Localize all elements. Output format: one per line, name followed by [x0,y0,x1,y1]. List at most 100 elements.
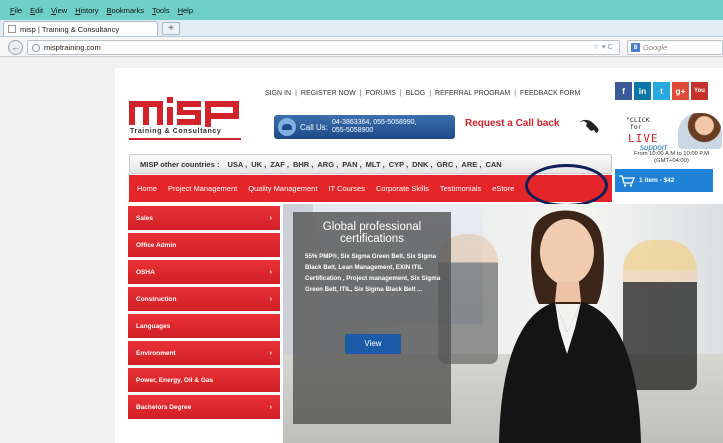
url-bar[interactable]: misptraining.com ☆ ▾ C [27,40,620,55]
search-engine-icon[interactable]: 8 [631,43,640,52]
call-us-box[interactable]: Call Us: 04-3863364, 055-5058990, 055-50… [274,115,455,139]
country-link-pan[interactable]: PAN , [342,160,361,169]
sidebar-item-label: Office Admin [136,241,177,249]
country-link-uk[interactable]: UK , [251,160,266,169]
sidebar-item-label: Languages [136,322,171,330]
sidebar-item-sales[interactable]: Sales › [128,206,280,230]
search-placeholder: Google [643,43,668,52]
social-links: f in t g+ You Tube [615,82,708,112]
facebook-icon[interactable]: f [615,82,632,100]
sidebar-item-power-energy[interactable]: Power, Energy, Oil & Gas [128,368,280,392]
nav-project-management[interactable]: Project Management [168,184,237,193]
sidebar-item-bachelors-degree[interactable]: Bachelors Degree › [128,395,280,419]
page-content: Training & Consultancy SIGN IN | REGISTE… [115,68,723,443]
menu-edit[interactable]: Edit [30,6,43,18]
hero-title: Global professional certifications [322,221,422,245]
sidebar-item-environment[interactable]: Environment › [128,341,280,365]
shopping-cart-icon [619,174,635,187]
logo-subtitle: Training & Consultancy [130,128,222,135]
forums-link[interactable]: FORUMS [366,90,396,97]
top-links: SIGN IN | REGISTER NOW | FORUMS | BLOG |… [265,90,580,97]
chevron-right-icon: › [269,295,272,303]
sidebar-item-label: Power, Energy, Oil & Gas [136,376,214,384]
link-separator: | [295,90,297,97]
hero-description: 55% PMP®, Six Sigma Green Belt, Six Sigm… [305,253,441,293]
country-link-dnk[interactable]: DNK , [412,160,432,169]
nav-corporate-skills[interactable]: Corporate Skills [376,184,429,193]
chevron-right-icon: › [269,403,272,411]
phone-icon [278,118,296,136]
countries-label: MISP other countries : [140,159,220,169]
back-button[interactable]: ← [8,40,23,55]
live-support-widget[interactable]: "CLICK for LIVE support From 10:00 A.M t… [620,113,723,171]
country-link-mlt[interactable]: MLT , [366,160,385,169]
link-separator: | [429,90,432,97]
referral-program-link[interactable]: REFERRAL PROGRAM [435,90,510,97]
site-identity-icon[interactable] [32,43,40,52]
browser-tab-active[interactable]: misp | Training & Consultancy [3,21,158,36]
sidebar-item-osha[interactable]: OSHA › [128,260,280,284]
country-link-usa[interactable]: USA , [227,160,247,169]
country-link-arg[interactable]: ARG , [317,160,338,169]
phone-line-2: 055-5058900 [332,127,374,134]
sidebar-item-label: OSHA [136,268,155,276]
telephone-handset-icon[interactable] [577,118,601,136]
country-link-can[interactable]: CAN [485,160,501,169]
sidebar-item-languages[interactable]: Languages [128,314,280,338]
browser-navbar: ← misptraining.com ☆ ▾ C 8 Google [0,37,723,57]
country-link-cyp[interactable]: CYP , [389,160,408,169]
sign-in-link[interactable]: SIGN IN [265,90,291,97]
hero-banner: Global professional certifications 55% P… [283,204,723,443]
blog-link[interactable]: BLOG [406,90,425,97]
url-bar-icons[interactable]: ☆ ▾ C [593,42,613,51]
support-hours: From 10:00 A.M to 10:00 P.M (GMT+04:00) [634,151,709,164]
menu-file[interactable]: File [10,6,22,18]
link-separator: | [514,90,517,97]
new-tab-button[interactable]: + [162,22,180,35]
menu-tools[interactable]: Tools [152,6,170,18]
sidebar-item-label: Bachelors Degree [136,403,192,411]
feedback-form-link[interactable]: FEEDBACK FORM [520,90,580,97]
youtube-icon[interactable]: You Tube [691,82,708,112]
nav-it-courses[interactable]: IT Courses [328,184,365,193]
logo-underline [129,138,241,140]
misp-logo[interactable]: Training & Consultancy [129,95,247,140]
sidebar-item-label: Sales [136,214,153,222]
google-plus-icon[interactable]: g+ [672,82,689,100]
linkedin-icon[interactable]: in [634,82,651,100]
nav-estore[interactable]: eStore [492,184,514,193]
live-click-text: "CLICK for [626,116,650,131]
register-now-link[interactable]: REGISTER NOW [301,90,356,97]
menu-bookmarks[interactable]: Bookmarks [107,6,145,18]
country-link-are[interactable]: ARE , [461,160,481,169]
sidebar-item-construction[interactable]: Construction › [128,287,280,311]
sidebar-item-office-admin[interactable]: Office Admin [128,233,280,257]
category-sidebar: Sales › Office Admin OSHA › Construction › … [128,206,280,422]
country-link-bhr[interactable]: BHR , [293,160,313,169]
support-agent-image [678,113,722,149]
country-link-zaf[interactable]: ZAF , [270,160,289,169]
misp-logo-mark [129,97,239,127]
nav-quality-management[interactable]: Quality Management [248,184,317,193]
cart-summary: 1 item - $42 [639,177,675,184]
page-viewport: Training & Consultancy SIGN IN | REGISTE… [0,58,723,443]
view-button[interactable]: View [345,334,401,354]
request-callback-button[interactable]: Request a Call back [465,118,559,129]
menu-history[interactable]: History [75,6,98,18]
country-link-grc[interactable]: GRC , [437,160,458,169]
menu-view[interactable]: View [51,6,67,18]
shopping-cart-button[interactable]: 1 item - $42 [615,169,713,192]
tab-strip: misp | Training & Consultancy + [0,20,723,37]
twitter-icon[interactable]: t [653,82,670,100]
chevron-right-icon: › [269,214,272,222]
link-separator: | [399,90,402,97]
search-bar[interactable]: 8 Google [627,40,723,55]
browser-titlebar: File Edit View History Bookmarks Tools H… [0,0,723,20]
nav-home[interactable]: Home [137,184,157,193]
browser-tab-title: misp | Training & Consultancy [20,24,120,34]
phone-line-1: 04-3863364, 055-5058990, [332,119,417,126]
nav-testimonials[interactable]: Testimonials [440,184,481,193]
browser-menubar: File Edit View History Bookmarks Tools H… [0,6,193,18]
chevron-right-icon: › [269,268,272,276]
menu-help[interactable]: Help [178,6,193,18]
